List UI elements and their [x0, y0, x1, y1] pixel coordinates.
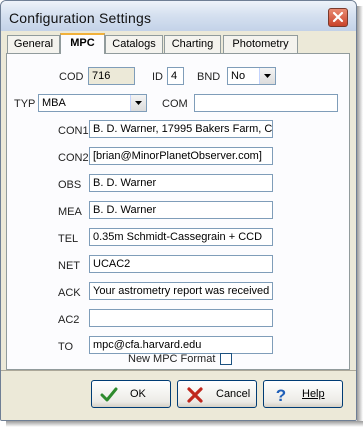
button-divider — [1, 370, 356, 371]
typ-select-value: MBA — [42, 97, 66, 109]
com-field[interactable] — [194, 94, 338, 112]
net-field[interactable]: UCAC2 — [89, 255, 273, 273]
tab-charting[interactable]: Charting — [164, 35, 221, 53]
bnd-select-value: No — [231, 70, 246, 82]
id-field[interactable]: 4 — [167, 67, 184, 85]
cod-field[interactable]: 716 — [88, 67, 135, 85]
chevron-down-icon — [264, 74, 271, 78]
ok-button[interactable]: OK — [91, 380, 171, 408]
tab-catalogs[interactable]: Catalogs — [105, 35, 163, 53]
help-button-label: Help — [302, 388, 325, 400]
con1-label: CON1 — [58, 125, 89, 137]
typ-dropdown-button[interactable] — [130, 95, 146, 111]
bnd-select[interactable]: No — [227, 67, 276, 85]
tab-photometry[interactable]: Photometry — [223, 35, 298, 53]
chevron-down-icon — [135, 101, 142, 105]
svg-text:?: ? — [276, 386, 286, 404]
tab-general[interactable]: General — [7, 35, 60, 53]
id-label: ID — [152, 71, 163, 83]
mea-field[interactable]: B. D. Warner — [89, 201, 273, 219]
question-icon: ? — [276, 386, 286, 404]
typ-select[interactable]: MBA — [38, 94, 147, 112]
con2-label: CON2 — [58, 152, 89, 164]
title-bar[interactable]: Configuration Settings — [1, 1, 356, 31]
tel-field[interactable]: 0.35m Schmidt-Cassegrain + CCD — [89, 228, 273, 246]
con1-field[interactable]: B. D. Warner, 17995 Bakers Farm, Co — [89, 120, 273, 138]
ok-button-label: OK — [130, 388, 146, 400]
ack-label: ACK — [58, 287, 81, 299]
tab-mpc[interactable]: MPC — [60, 33, 105, 54]
to-field[interactable]: mpc@cfa.harvard.edu — [89, 336, 273, 354]
bnd-label: BND — [197, 71, 221, 83]
window-title: Configuration Settings — [9, 10, 152, 26]
mea-label: MEA — [58, 206, 82, 218]
com-label: COM — [162, 98, 188, 110]
cod-label: COD — [59, 71, 84, 83]
new-mpc-format-label: New MPC Format — [128, 353, 216, 365]
con2-field[interactable]: [brian@MinorPlanetObserver.com] — [89, 147, 273, 165]
new-mpc-format-checkbox[interactable] — [220, 353, 232, 365]
tel-label: TEL — [58, 233, 79, 245]
net-label: NET — [58, 260, 80, 272]
to-label: TO — [58, 341, 74, 353]
obs-field[interactable]: B. D. Warner — [89, 174, 273, 192]
typ-label: TYP — [14, 98, 36, 110]
ack-field[interactable]: Your astrometry report was received — [89, 282, 273, 300]
obs-label: OBS — [58, 179, 82, 191]
bnd-dropdown-button[interactable] — [259, 68, 275, 84]
checkmark-icon — [100, 387, 118, 402]
window-shadow-bottom — [6, 421, 363, 427]
help-button[interactable]: ? Help — [263, 380, 343, 408]
window-shadow-right — [357, 6, 363, 427]
ac2-field[interactable] — [89, 309, 273, 327]
ac2-label: AC2 — [58, 314, 80, 326]
x-icon — [187, 387, 203, 403]
close-button[interactable] — [328, 8, 348, 27]
cancel-button[interactable]: Cancel — [177, 380, 257, 408]
close-icon — [332, 11, 344, 23]
cancel-button-label: Cancel — [216, 388, 251, 400]
